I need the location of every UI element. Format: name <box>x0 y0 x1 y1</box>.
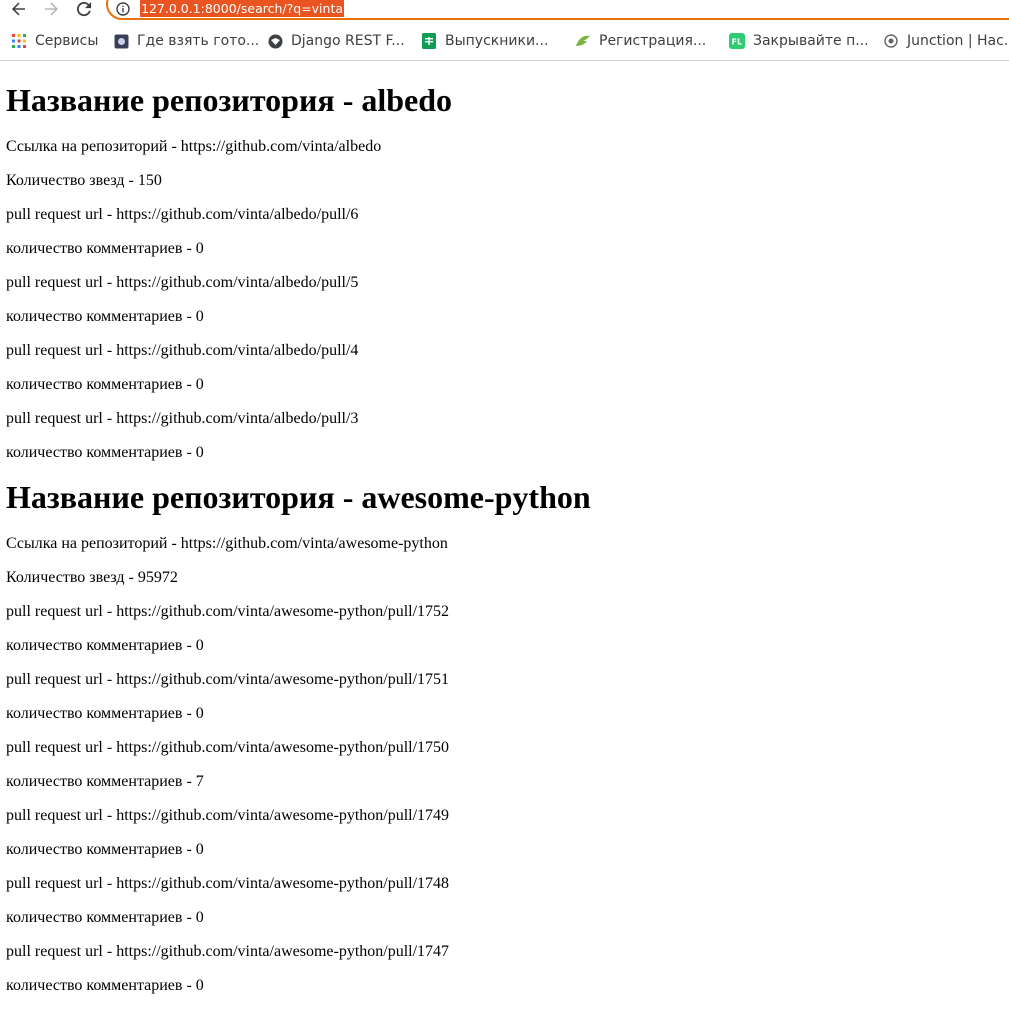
bookmarks-bar: Сервисы Где взять гото... Django REST F.… <box>0 30 1009 52</box>
pull-request-comments: количество комментариев - 7 <box>6 773 204 790</box>
pull-request-url: pull request url - https://github.com/vi… <box>6 274 359 291</box>
pull-request-comments: количество комментариев - 0 <box>6 977 204 994</box>
repo-title: Название репозитория - albedo <box>6 82 453 118</box>
pull-request-url: pull request url - https://github.com/vi… <box>6 410 359 427</box>
repo-link: Ссылка на репозиторий - https://github.c… <box>6 138 382 155</box>
pull-request-url: pull request url - https://github.com/vi… <box>6 206 359 223</box>
page-content: Название репозитория - albedo Ссылка на … <box>6 60 996 1009</box>
junction-icon <box>883 33 899 49</box>
fl-icon: FL <box>729 33 745 49</box>
pull-request-url: pull request url - https://github.com/vi… <box>6 739 450 756</box>
pull-request-url: pull request url - https://github.com/vi… <box>6 807 450 824</box>
pull-request-comments: количество комментариев - 0 <box>6 308 204 325</box>
forward-arrow-icon[interactable] <box>40 0 62 18</box>
pull-request-comments: количество комментариев - 0 <box>6 240 204 257</box>
repo-stars: Количество звезд - 150 <box>6 172 162 189</box>
pull-request-comments: количество комментариев - 0 <box>6 637 204 654</box>
pull-request-url: pull request url - https://github.com/vi… <box>6 671 450 688</box>
pull-request-comments: количество комментариев - 0 <box>6 841 204 858</box>
pull-request-url: pull request url - https://github.com/vi… <box>6 342 359 359</box>
pull-request-url: pull request url - https://github.com/vi… <box>6 603 450 620</box>
reload-icon[interactable] <box>73 0 95 18</box>
bookmark-item[interactable]: Выпускники... <box>421 32 548 50</box>
bookmark-item[interactable]: Django REST F... <box>267 32 405 50</box>
bookmark-item[interactable]: Регистрация... <box>575 32 706 50</box>
bookmark-label: Где взять гото... <box>137 33 260 49</box>
sheets-icon <box>421 33 437 49</box>
pull-request-url: pull request url - https://github.com/vi… <box>6 943 450 960</box>
bookmark-label: Регистрация... <box>599 33 707 49</box>
bookmark-item[interactable]: FL Закрывайте п... <box>729 32 869 50</box>
django-icon <box>267 33 283 49</box>
apps-grid-icon <box>11 33 27 49</box>
repo-link: Ссылка на репозиторий - https://github.c… <box>6 535 448 552</box>
repo-title: Название репозитория - awesome-python <box>6 479 591 515</box>
pull-request-url: pull request url - https://github.com/vi… <box>6 875 450 892</box>
bookmark-item[interactable]: Где взять гото... <box>113 32 259 50</box>
bookmark-label: Выпускники... <box>445 33 549 49</box>
back-arrow-icon[interactable] <box>8 0 30 18</box>
pull-request-comments: количество комментариев - 0 <box>6 705 204 722</box>
bookmark-item[interactable]: Junction | Hac... <box>883 32 1009 50</box>
pull-request-comments: количество комментариев - 0 <box>6 444 204 461</box>
bookmark-label: Django REST F... <box>291 33 405 49</box>
repo-section: Название репозитория - albedo Ссылка на … <box>6 81 996 462</box>
bookmark-label: Сервисы <box>35 33 99 49</box>
bookmark-label: Закрывайте п... <box>753 33 869 49</box>
pull-request-comments: количество комментариев - 0 <box>6 909 204 926</box>
svg-text:FL: FL <box>732 38 743 47</box>
site-info-icon[interactable] <box>116 1 130 16</box>
browser-toolbar: 127.0.0.1:8000/search/?q=vinta <box>0 0 1009 24</box>
url-text[interactable]: 127.0.0.1:8000/search/?q=vinta <box>140 0 345 17</box>
page-icon <box>113 33 129 49</box>
pull-request-comments: количество комментариев - 0 <box>6 376 204 393</box>
bookmark-label: Junction | Hac... <box>907 33 1009 49</box>
repo-section: Название репозитория - awesome-python Сс… <box>6 478 996 995</box>
browser-chrome: 127.0.0.1:8000/search/?q=vinta Сервисы Г… <box>0 0 1009 61</box>
repo-stars: Количество звезд - 95972 <box>6 569 178 586</box>
bookmark-services[interactable]: Сервисы <box>11 32 98 50</box>
leaf-icon <box>575 33 591 49</box>
